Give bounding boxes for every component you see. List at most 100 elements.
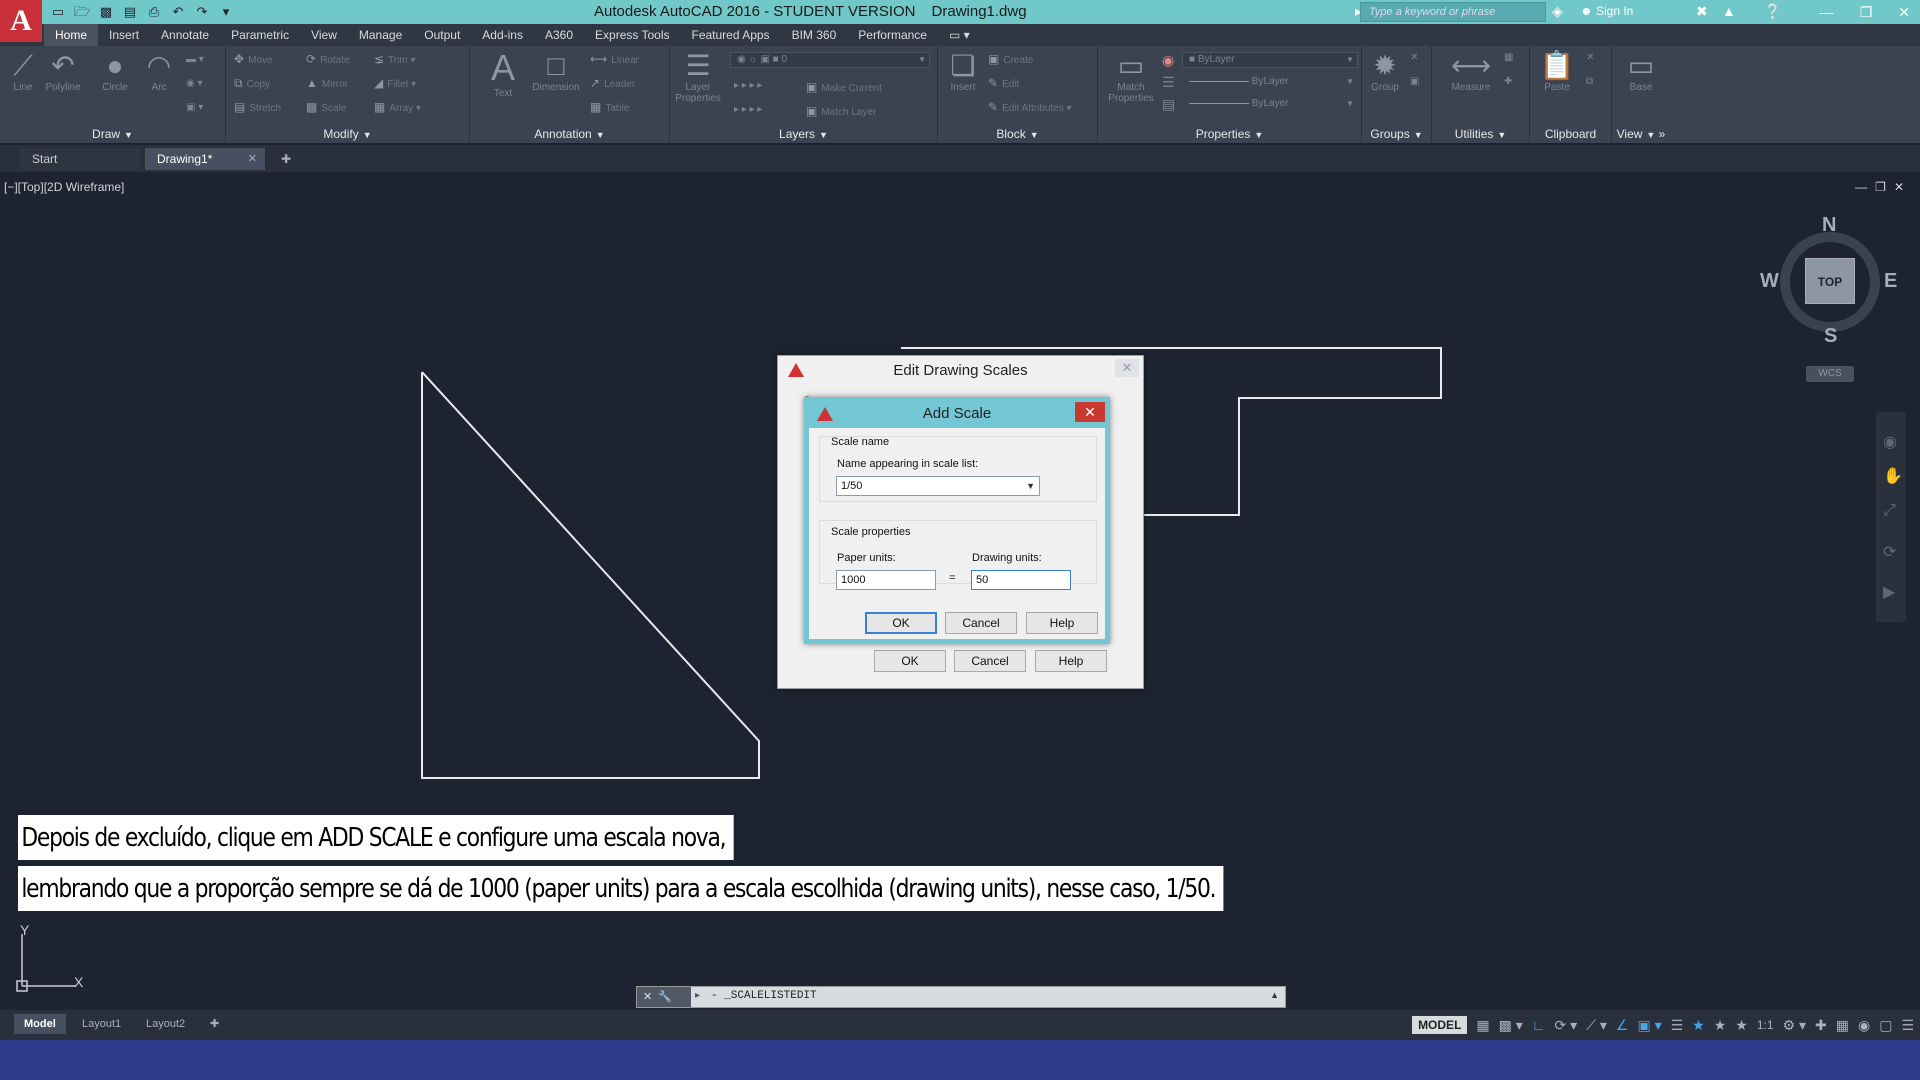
- units-icon[interactable]: ▦: [1836, 1017, 1849, 1034]
- id-point-icon[interactable]: ✚: [1504, 76, 1512, 87]
- ungroup-icon[interactable]: ✕: [1410, 52, 1418, 63]
- restore-icon[interactable]: ❐: [1860, 4, 1873, 21]
- qat-dropdown-icon[interactable]: ▾: [216, 3, 236, 21]
- print-icon[interactable]: ⎙: [144, 3, 164, 21]
- tab-performance[interactable]: Performance: [847, 24, 938, 46]
- close-tab-icon[interactable]: ✕: [248, 148, 257, 170]
- panel-view-label[interactable]: View ▼ »: [1612, 127, 1670, 141]
- close-icon[interactable]: ✕: [643, 991, 652, 1003]
- layout-tab-layout1[interactable]: Layout1: [72, 1014, 131, 1034]
- command-line-input[interactable]: - _SCALELISTEDIT: [711, 990, 817, 1002]
- workspace-gear-icon[interactable]: ⚙ ▾: [1783, 1017, 1806, 1034]
- annotation-scale-icon[interactable]: ★: [1735, 1017, 1748, 1034]
- annotation-scale-value[interactable]: 1:1: [1757, 1018, 1774, 1032]
- panel-properties-label[interactable]: Properties ▼: [1098, 127, 1361, 141]
- isolate-objects-icon[interactable]: ◉: [1858, 1017, 1870, 1034]
- redo-icon[interactable]: ↷: [192, 3, 212, 21]
- save-icon[interactable]: ▩: [96, 3, 116, 21]
- edit-ok-button[interactable]: OK: [874, 650, 946, 672]
- fillet-button[interactable]: ◢ Fillet ▾: [374, 76, 416, 90]
- tab-add-ins[interactable]: Add-ins: [471, 24, 534, 46]
- linetype-select[interactable]: ByLayer ▼: [1182, 96, 1358, 112]
- scale-name-select[interactable]: 1/50 ▼: [836, 476, 1040, 496]
- steering-wheel-icon[interactable]: ◉: [1883, 432, 1897, 452]
- close-icon[interactable]: ✕: [1898, 4, 1910, 21]
- move-button[interactable]: ✥ Move: [234, 52, 273, 66]
- compass-north[interactable]: N: [1822, 214, 1836, 237]
- hatch-icon[interactable]: ◉ ▾: [186, 78, 203, 89]
- table-button[interactable]: ▦ Table: [590, 100, 629, 114]
- paste-button[interactable]: 📋 Paste: [1538, 50, 1576, 93]
- copy-button[interactable]: ⧉ Copy: [234, 76, 270, 91]
- tab-parametric[interactable]: Parametric: [220, 24, 300, 46]
- add-ok-button[interactable]: OK: [865, 612, 937, 634]
- clean-screen-icon[interactable]: ▢: [1879, 1017, 1892, 1034]
- pan-icon[interactable]: ✋: [1883, 466, 1903, 486]
- edit-help-button[interactable]: Help: [1035, 650, 1107, 672]
- edit-block-button[interactable]: ✎ Edit: [988, 76, 1019, 90]
- region-icon[interactable]: ▣ ▾: [186, 102, 203, 113]
- tab-a360[interactable]: A360: [534, 24, 584, 46]
- copy-clip-icon[interactable]: ⧉: [1586, 76, 1593, 87]
- quick-calc-icon[interactable]: ▦: [1504, 52, 1513, 63]
- mirror-button[interactable]: ▲ Mirror: [306, 76, 348, 90]
- group-edit-icon[interactable]: ▣: [1410, 76, 1419, 87]
- layer-properties-button[interactable]: ☰ Layer Properties: [670, 50, 726, 104]
- orbit-icon[interactable]: ⟳: [1883, 542, 1896, 562]
- showmotion-icon[interactable]: ▶: [1883, 582, 1895, 602]
- lineweight-icon[interactable]: ☰: [1162, 74, 1175, 91]
- panel-annotation-label[interactable]: Annotation ▼: [470, 127, 669, 141]
- a360-icon[interactable]: ▲: [1722, 3, 1736, 19]
- new-file-icon[interactable]: ▭: [48, 3, 68, 21]
- panel-clipboard-label[interactable]: Clipboard: [1530, 127, 1611, 141]
- open-file-icon[interactable]: 🗁: [72, 3, 92, 21]
- panel-block-label[interactable]: Block ▼: [938, 127, 1097, 141]
- tab-manage[interactable]: Manage: [348, 24, 413, 46]
- tab-annotate[interactable]: Annotate: [150, 24, 220, 46]
- customize-icon[interactable]: 🔧: [658, 991, 672, 1003]
- tab-express-tools[interactable]: Express Tools: [584, 24, 680, 46]
- minimize-icon[interactable]: —: [1820, 4, 1834, 20]
- scale-button[interactable]: ▩ Scale: [306, 100, 346, 114]
- save-as-icon[interactable]: ▤: [120, 3, 140, 21]
- make-current-button[interactable]: ▣ Make Current: [806, 80, 882, 94]
- annotation-monitor-icon[interactable]: ✚: [1815, 1017, 1827, 1034]
- layer-select[interactable]: ◉ ☼ ▣ ■ 0 ▼: [730, 52, 930, 68]
- array-button[interactable]: ▦ Array ▾: [374, 100, 421, 114]
- polar-tracking-icon[interactable]: ⟳ ▾: [1555, 1017, 1578, 1034]
- snap-icon[interactable]: ▩ ▾: [1499, 1017, 1523, 1034]
- line-button[interactable]: ⟋ Line: [4, 50, 42, 93]
- panel-layers-label[interactable]: Layers ▼: [670, 127, 937, 141]
- match-properties-button[interactable]: ▭ Match Properties: [1106, 50, 1156, 104]
- tab-output[interactable]: Output: [413, 24, 471, 46]
- add-help-button[interactable]: Help: [1026, 612, 1098, 634]
- stretch-button[interactable]: ▤ Stretch: [234, 100, 281, 114]
- create-block-button[interactable]: ▣ Create: [988, 52, 1033, 66]
- rectangle-icon[interactable]: ▬ ▾: [186, 54, 204, 65]
- edit-dialog-close-button[interactable]: ✕: [1115, 359, 1139, 377]
- layout-tab-layout2[interactable]: Layout2: [136, 1014, 195, 1034]
- isodraft-icon[interactable]: ⟋ ▾: [1586, 1017, 1607, 1034]
- add-dialog-close-button[interactable]: ✕: [1075, 402, 1105, 422]
- compass-west[interactable]: W: [1760, 270, 1779, 293]
- customization-menu-icon[interactable]: ☰: [1901, 1017, 1914, 1034]
- add-dialog-title-bar[interactable]: Add Scale ✕: [809, 402, 1105, 428]
- binoculars-icon[interactable]: ◈: [1552, 3, 1563, 20]
- add-cancel-button[interactable]: Cancel: [945, 612, 1017, 634]
- edit-dialog-title-bar[interactable]: Edit Drawing Scales ✕: [778, 356, 1143, 386]
- lineweight-toggle-icon[interactable]: ☰: [1671, 1017, 1684, 1034]
- trim-button[interactable]: ⪇ Trim ▾: [374, 52, 416, 66]
- panel-groups-label[interactable]: Groups ▼: [1362, 127, 1431, 141]
- tab-view[interactable]: View: [300, 24, 348, 46]
- edit-attributes-button[interactable]: ✎ Edit Attributes ▾: [988, 100, 1072, 114]
- viewcube[interactable]: TOP N S E W: [1760, 212, 1900, 352]
- auto-scale-icon[interactable]: ★: [1714, 1017, 1727, 1034]
- command-history-icon[interactable]: ▲: [1270, 990, 1279, 1000]
- measure-button[interactable]: ⟷ Measure: [1446, 50, 1496, 93]
- grid-icon[interactable]: ▦: [1476, 1017, 1489, 1034]
- panel-utilities-label[interactable]: Utilities ▼: [1432, 127, 1529, 141]
- base-view-button[interactable]: ▭ Base: [1622, 50, 1660, 93]
- polyline-button[interactable]: ↶ Polyline: [44, 50, 82, 93]
- dimension-button[interactable]: □ Dimension: [528, 50, 584, 93]
- help-icon[interactable]: ❔: [1764, 3, 1781, 20]
